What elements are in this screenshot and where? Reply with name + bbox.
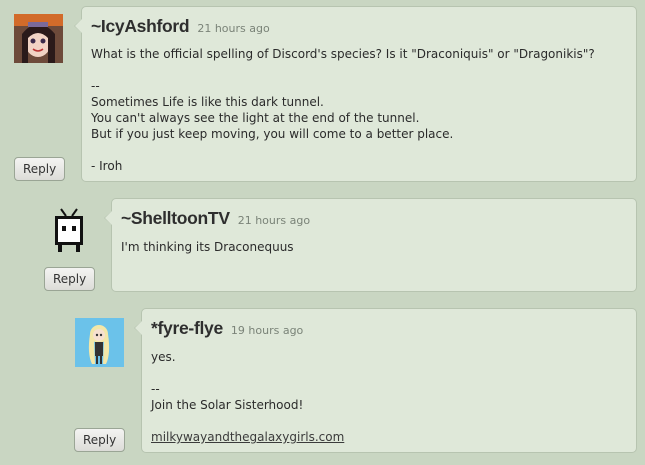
avatar-shelltoontv[interactable]	[44, 206, 93, 255]
comment-body: What is the official spelling of Discord…	[91, 47, 595, 173]
reply-button[interactable]: Reply	[44, 267, 96, 291]
comment-header: *fyre-flye 19 hours ago	[151, 318, 303, 339]
comment-header: ~ShelltoonTV 21 hours ago	[121, 208, 310, 229]
comment-card-fyre-flye: *fyre-flye 19 hours ago yes. -- Join the …	[134, 308, 637, 453]
comment-body: I'm thinking its Draconequus	[121, 240, 294, 254]
comment-card-shelltoontv: ~ShelltoonTV 21 hours ago I'm thinking it…	[104, 198, 637, 292]
signature-link[interactable]: milkywayandthegalaxygirls.com	[151, 429, 344, 445]
avatar-icyashford[interactable]	[14, 14, 63, 63]
comment-body: yes. -- Join the Solar Sisterhood!	[151, 350, 304, 412]
timestamp: 21 hours ago	[197, 22, 270, 35]
comment-header: ~IcyAshford 21 hours ago	[91, 16, 270, 37]
avatar-fyre-flye[interactable]	[75, 318, 124, 367]
username[interactable]: ~IcyAshford	[91, 16, 190, 36]
timestamp: 21 hours ago	[237, 214, 311, 227]
reply-button[interactable]: Reply	[74, 428, 126, 452]
username[interactable]: *fyre-flye	[151, 318, 223, 338]
comment-card-icyashford: ~IcyAshford 21 hours ago What is the offi…	[74, 6, 637, 182]
reply-button[interactable]: Reply	[14, 157, 66, 181]
username[interactable]: ~ShelltoonTV	[121, 208, 230, 228]
timestamp: 19 hours ago	[230, 324, 304, 337]
